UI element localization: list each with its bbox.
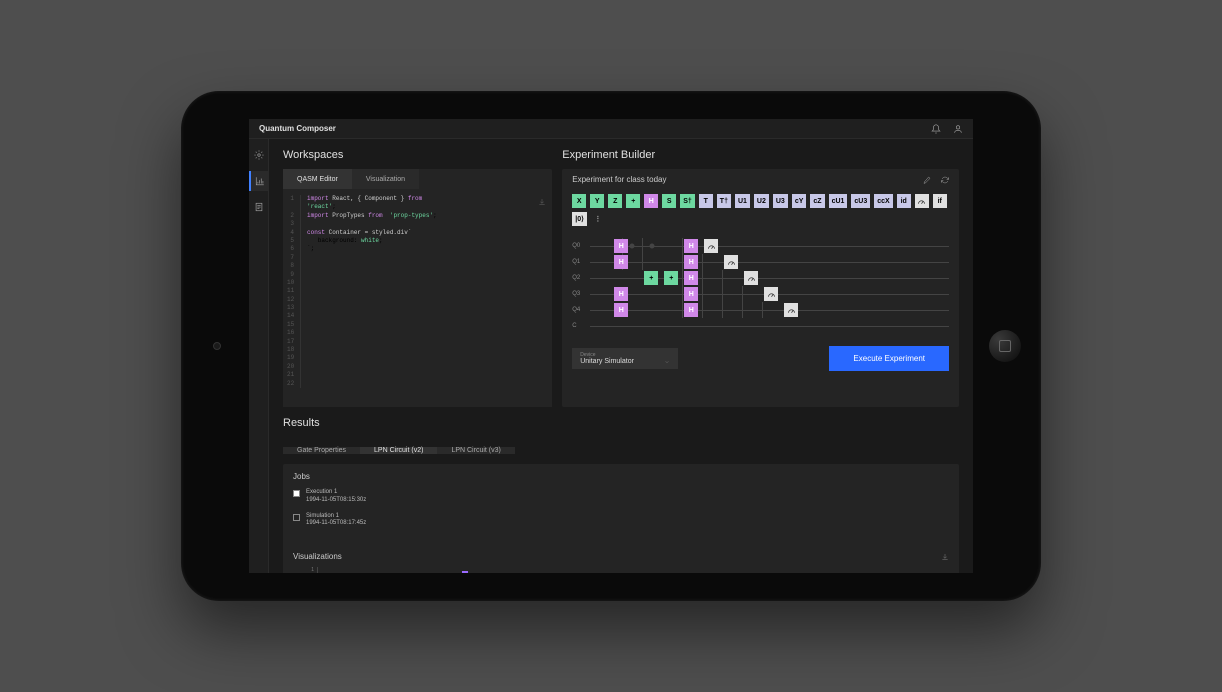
gate-0[interactable]: |0⟩	[572, 212, 587, 226]
download-icon[interactable]	[941, 553, 949, 561]
sidebar-item-chart[interactable]	[249, 171, 269, 191]
tablet-frame: Quantum Composer	[181, 91, 1041, 601]
bar-group	[522, 567, 536, 573]
gate-t[interactable]: T	[699, 194, 713, 208]
checkbox[interactable]	[293, 490, 300, 497]
bar-group	[462, 567, 476, 573]
workspaces-tabs: QASM Editor Visualization	[283, 169, 552, 189]
app-header: Quantum Composer	[249, 119, 973, 139]
camera-dot	[213, 342, 221, 350]
placed-gate[interactable]: +	[664, 271, 678, 285]
gate-cu1[interactable]: cU1	[829, 194, 848, 208]
tab-visualization[interactable]: Visualization	[352, 169, 419, 189]
gate-y[interactable]: Y	[590, 194, 604, 208]
gate-m[interactable]	[915, 194, 929, 208]
placed-gate[interactable]: H	[684, 287, 698, 301]
tab-qasm-editor[interactable]: QASM Editor	[283, 169, 352, 189]
gate-ccx[interactable]: ccX	[874, 194, 892, 208]
bar-group	[382, 567, 396, 573]
execute-button[interactable]: Execute Experiment	[829, 346, 949, 371]
bar-group	[422, 567, 436, 573]
placed-gate[interactable]: +	[644, 271, 658, 285]
gate-if[interactable]: if	[933, 194, 947, 208]
sidebar-item-settings[interactable]	[249, 145, 269, 165]
checkbox[interactable]	[293, 514, 300, 521]
results-tabs: Gate Properties LPN Circuit (v2) LPN Cir…	[283, 447, 959, 454]
gate-id[interactable]: id	[897, 194, 911, 208]
placed-gate[interactable]: H	[684, 271, 698, 285]
builder-title: Experiment Builder	[562, 149, 959, 161]
gate-cz[interactable]: cZ	[810, 194, 824, 208]
gate-palette: XYZ + HS S† T T† U1 U2 U3 cYcZ cU1cU3 ccX id if |0⟩ ⋮	[562, 190, 959, 230]
placed-gate[interactable]: H	[614, 287, 628, 301]
bar-group	[342, 567, 356, 573]
gate-u3[interactable]: U3	[773, 194, 788, 208]
tab-lpn-v3[interactable]: LPN Circuit (v3)	[437, 447, 514, 454]
placed-gate[interactable]: H	[614, 239, 628, 253]
placed-gate[interactable]	[744, 271, 758, 285]
experiment-name: Experiment for class today	[572, 175, 666, 184]
placed-gate[interactable]: H	[684, 239, 698, 253]
document-icon	[254, 202, 264, 212]
bar-group	[362, 567, 376, 573]
placed-gate[interactable]: H	[684, 303, 698, 317]
placed-gate[interactable]: H	[614, 303, 628, 317]
device-select[interactable]: Device Unitary Simulator	[572, 348, 678, 369]
gate-cu3[interactable]: cU3	[851, 194, 870, 208]
user-icon[interactable]	[953, 124, 963, 134]
chevron-down-icon	[664, 359, 670, 365]
tab-gate-properties[interactable]: Gate Properties	[283, 447, 360, 454]
gate-h[interactable]: H	[644, 194, 658, 208]
sidebar-item-doc[interactable]	[249, 197, 269, 217]
placed-gate[interactable]	[784, 303, 798, 317]
results-title: Results	[283, 417, 959, 429]
gate-[interactable]: ⋮	[591, 212, 605, 226]
gear-icon	[254, 150, 264, 160]
chart-icon	[255, 176, 265, 186]
gate-[interactable]: +	[626, 194, 640, 208]
viz-title: Visualizations	[293, 552, 342, 561]
gate-s[interactable]: S†	[680, 194, 695, 208]
gate-t[interactable]: T†	[717, 194, 731, 208]
workspaces-title: Workspaces	[283, 149, 552, 161]
tab-lpn-v2[interactable]: LPN Circuit (v2)	[360, 447, 437, 454]
gate-cy[interactable]: cY	[792, 194, 807, 208]
bell-icon[interactable]	[931, 124, 941, 134]
gate-u1[interactable]: U1	[735, 194, 750, 208]
download-button[interactable]	[538, 193, 546, 211]
results-chart: 10.8750.750.6250.50.3750.250.1250	[293, 567, 949, 573]
code-editor[interactable]: 1import React, { Component } from'react'…	[283, 189, 552, 407]
gate-x[interactable]: X	[572, 194, 586, 208]
jobs-title: Jobs	[293, 472, 473, 481]
gate-z[interactable]: Z	[608, 194, 622, 208]
job-item[interactable]: Simulation 11994-11-05T08:17:45z	[293, 513, 473, 529]
placed-gate[interactable]: H	[684, 255, 698, 269]
bar-group	[502, 567, 516, 573]
bar-group	[442, 567, 456, 573]
refresh-icon[interactable]	[941, 176, 949, 184]
placed-gate[interactable]: H	[614, 255, 628, 269]
gate-u2[interactable]: U2	[754, 194, 769, 208]
placed-gate[interactable]	[704, 239, 718, 253]
sidebar	[249, 139, 269, 573]
bar-group	[482, 567, 496, 573]
gate-s[interactable]: S	[662, 194, 676, 208]
circuit-canvas[interactable]: Q0HHQ1HHQ2++HQ3HHQ4HHC	[562, 230, 959, 338]
placed-gate[interactable]	[764, 287, 778, 301]
edit-icon[interactable]	[923, 176, 931, 184]
screen: Quantum Composer	[249, 119, 973, 573]
bar-group	[402, 567, 416, 573]
job-item[interactable]: Execution 11994-11-05T08:15:30z	[293, 489, 473, 505]
jobs-list: Jobs Execution 11994-11-05T08:15:30z Sim…	[283, 464, 483, 544]
app-title: Quantum Composer	[259, 124, 336, 133]
home-button[interactable]	[989, 330, 1021, 362]
bar-group	[322, 567, 336, 573]
placed-gate[interactable]	[724, 255, 738, 269]
